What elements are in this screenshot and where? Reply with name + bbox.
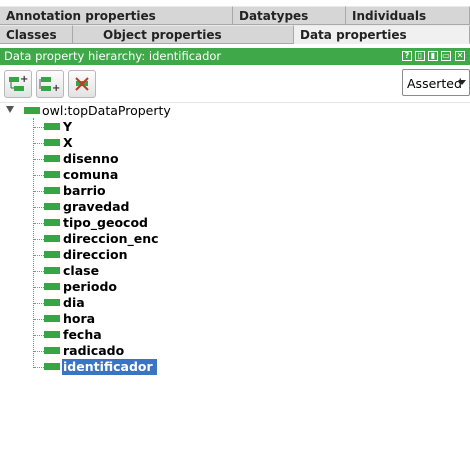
add-sibling-property-icon: +: [39, 77, 60, 94]
tree-connector: [34, 191, 44, 192]
tree-node-direccion-enc[interactable]: direccion_enc: [62, 231, 160, 247]
view-mode-value: Asserted: [407, 76, 462, 91]
help-icon[interactable]: ?: [402, 51, 412, 61]
tree-node-x[interactable]: X: [62, 135, 74, 151]
tree-connector: [34, 239, 44, 240]
tab-label: Individuals: [352, 9, 427, 23]
property-icon: [44, 315, 60, 322]
tree-connector: [34, 223, 44, 224]
tree-node-clase[interactable]: clase: [62, 263, 100, 279]
tree-connector: [34, 335, 44, 336]
property-icon: [44, 267, 60, 274]
tree-node-radicado[interactable]: radicado: [62, 343, 125, 359]
view-mode-select[interactable]: Asserted: [402, 69, 470, 96]
tree-root-label[interactable]: owl:topDataProperty: [42, 103, 171, 118]
property-icon: [44, 155, 60, 162]
property-icon: [44, 187, 60, 194]
tree-node-hora[interactable]: hora: [62, 311, 96, 327]
property-icon: [44, 219, 60, 226]
property-icon: [24, 107, 40, 114]
tree-connector: [33, 118, 34, 368]
property-icon: [44, 251, 60, 258]
delete-property-icon: [75, 77, 89, 91]
property-icon: [44, 123, 60, 130]
add-sub-property-button[interactable]: +: [4, 70, 32, 98]
add-sibling-property-button[interactable]: +: [36, 70, 64, 98]
property-icon: [44, 139, 60, 146]
split-horizontal-icon[interactable]: ▮: [428, 51, 438, 61]
tree-connector: [34, 127, 44, 128]
tree-connector: [34, 255, 44, 256]
tree-connector: [34, 159, 44, 160]
property-icon: [44, 363, 60, 370]
tab-label: Data properties: [300, 28, 407, 42]
chevron-down-icon: [458, 80, 466, 85]
tree-connector: [34, 319, 44, 320]
tree-connector: [34, 367, 44, 368]
property-icon: [44, 331, 60, 338]
tab-label: Object properties: [103, 28, 222, 42]
delete-property-button[interactable]: [68, 70, 96, 98]
svg-text:+: +: [20, 74, 28, 85]
tab-label: Datatypes: [239, 9, 309, 23]
tree-node-direccion[interactable]: direccion: [62, 247, 128, 263]
tree-node-comuna[interactable]: comuna: [62, 167, 119, 183]
split-vertical-icon[interactable]: ▯: [415, 51, 425, 61]
tab-label: Annotation properties: [6, 9, 156, 23]
tab-individuals[interactable]: Individuals: [346, 6, 470, 25]
property-icon: [44, 235, 60, 242]
property-icon: [44, 203, 60, 210]
tab-datatypes[interactable]: Datatypes: [233, 6, 346, 25]
add-sub-property-icon: +: [9, 74, 28, 91]
tree-node-fecha[interactable]: fecha: [62, 327, 103, 343]
tab-classes[interactable]: Classes: [0, 25, 73, 44]
close-icon[interactable]: ✕: [455, 51, 465, 61]
view-header: Data property hierarchy: identificador ?…: [0, 48, 470, 65]
tree-connector: [34, 303, 44, 304]
tree-connector: [34, 207, 44, 208]
tree-node-tipo-geocod[interactable]: tipo_geocod: [62, 215, 149, 231]
tree-connector: [34, 287, 44, 288]
tree-connector: [34, 351, 44, 352]
tab-label: Classes: [6, 28, 57, 42]
tree-node-periodo[interactable]: periodo: [62, 279, 118, 295]
svg-text:+: +: [52, 83, 60, 94]
tab-row-bottom: Classes Object properties Data propertie…: [0, 25, 470, 45]
tree-connector: [34, 271, 44, 272]
property-icon: [44, 171, 60, 178]
tree-connector: [34, 175, 44, 176]
tree-node-y[interactable]: Y: [62, 119, 73, 135]
property-icon: [44, 347, 60, 354]
tab-annotation-properties[interactable]: Annotation properties: [0, 6, 233, 25]
tab-data-properties[interactable]: Data properties: [294, 25, 470, 44]
tree-node-disenno[interactable]: disenno: [62, 151, 120, 167]
tab-row-top: Annotation properties Datatypes Individu…: [0, 6, 470, 26]
property-icon: [44, 299, 60, 306]
maximize-icon[interactable]: ▭: [441, 51, 451, 61]
tree-node-dia[interactable]: dia: [62, 295, 86, 311]
tab-object-properties[interactable]: Object properties: [73, 25, 294, 44]
view-title: Data property hierarchy: identificador: [4, 49, 222, 63]
tree-node-gravedad[interactable]: gravedad: [62, 199, 131, 215]
tree-node-identificador[interactable]: identificador: [62, 359, 157, 375]
property-icon: [44, 283, 60, 290]
expand-toggle-icon[interactable]: [6, 106, 14, 113]
toolbar: + +: [0, 66, 470, 102]
tree-node-barrio[interactable]: barrio: [62, 183, 107, 199]
tree-connector: [34, 143, 44, 144]
